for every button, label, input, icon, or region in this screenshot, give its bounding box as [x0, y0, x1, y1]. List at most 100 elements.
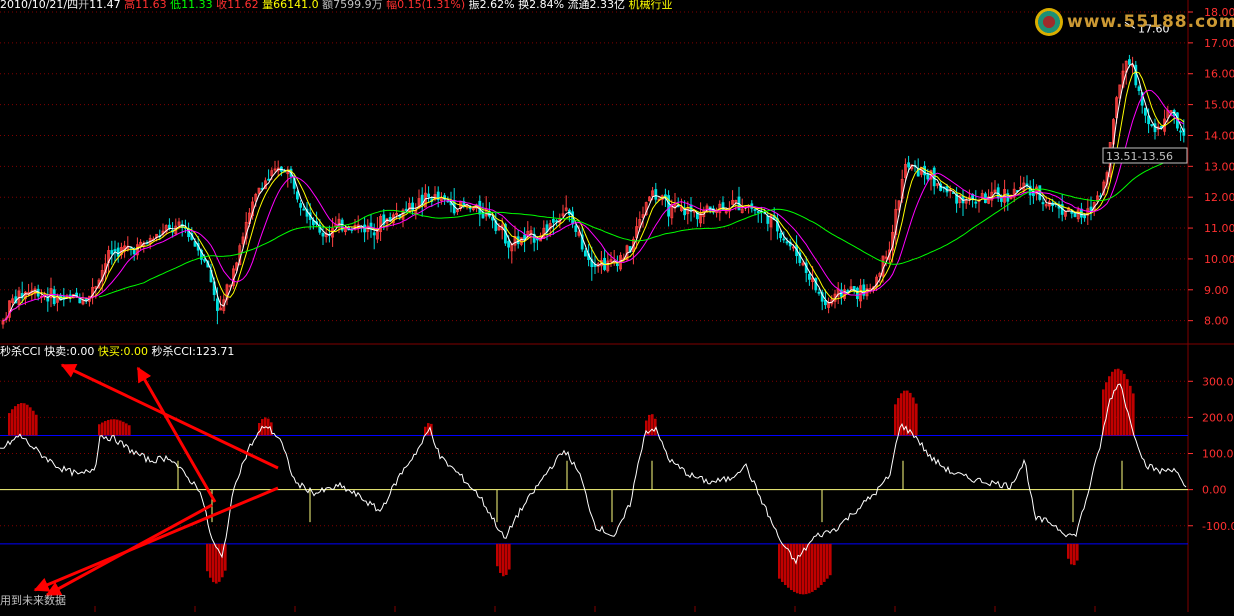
header-high: 11.63: [135, 0, 167, 11]
candle-body: [785, 241, 789, 244]
candle-body: [116, 247, 120, 257]
cci-negative-bar: [499, 543, 502, 573]
cci-positive-bar: [32, 410, 35, 436]
annotation-arrow: [60, 363, 279, 470]
amp-label: 振: [468, 0, 480, 11]
cci-positive-bar: [900, 393, 903, 436]
cci-positive-bar: [122, 421, 125, 436]
header-amt: 7599.9万: [333, 0, 383, 11]
header-amp: 2.62%: [479, 0, 515, 11]
candle-body: [468, 207, 472, 210]
vol-label: 量: [262, 0, 274, 11]
cci-positive-bar: [912, 397, 915, 436]
header-vol: 66141.0: [273, 0, 319, 11]
cci-negative-bar: [793, 543, 796, 592]
annotation-arrow: [33, 486, 279, 592]
header-industry: 机械行业: [628, 0, 673, 11]
fast-sell-label: 快卖:: [44, 345, 70, 358]
cci-positive-bar: [110, 419, 113, 436]
candle-body: [856, 287, 859, 299]
price-tick-label: 16.00: [1204, 68, 1234, 81]
candle-body: [1144, 107, 1147, 116]
cci-positive-bar: [116, 419, 119, 436]
annotation-arrow: [45, 503, 213, 597]
cci-positive-bar: [23, 403, 26, 436]
close-label: 收: [216, 0, 228, 11]
cci-positive-bar: [1111, 371, 1114, 436]
candle-body: [1041, 202, 1045, 205]
cci-positive-bar: [1120, 370, 1123, 436]
cci-negative-bar: [224, 543, 227, 571]
cci-negative-bar: [814, 543, 817, 591]
candle-body: [584, 250, 587, 257]
cci-positive-bar: [1117, 368, 1120, 436]
candle-body: [782, 238, 786, 241]
cci-negative-bar: [784, 543, 787, 586]
cci-positive-bar: [8, 413, 11, 436]
cci-negative-bar: [790, 543, 793, 591]
cci-negative-bar: [829, 543, 832, 576]
cci-negative-bar: [826, 543, 829, 579]
cci-positive-bar: [35, 414, 38, 436]
cci-negative-bar: [1067, 543, 1070, 559]
header-float: 2.33亿: [589, 0, 626, 11]
candle-body: [78, 298, 82, 304]
candle-body: [974, 201, 978, 204]
cci-positive-bar: [125, 423, 128, 436]
candle-body: [1128, 59, 1131, 65]
candle-body: [267, 178, 271, 181]
cci-positive-bar: [29, 407, 32, 436]
cci-label: 秒杀CCI:: [151, 345, 196, 358]
candle-body: [1083, 215, 1086, 219]
cci-negative-bar: [502, 543, 505, 577]
cci-negative-bar: [1076, 543, 1079, 561]
cci-negative-bar: [796, 543, 799, 594]
header-open: 11.47: [89, 0, 121, 11]
high-label: 高: [124, 0, 136, 11]
candle-body: [427, 193, 431, 198]
chart-svg[interactable]: 8.00 9.00 10.00 11.00 12.00 13.00 14.00 15.00 16…: [0, 0, 1234, 612]
candle-body: [555, 220, 558, 223]
candle-body: [932, 167, 936, 187]
cci-negative-bar: [811, 543, 814, 592]
cci-negative-bar: [808, 543, 811, 594]
low-label: 低: [170, 0, 182, 11]
cci-positive-bar: [258, 423, 261, 436]
candle-body: [817, 291, 821, 294]
cci-negative-bar: [823, 543, 826, 582]
fast-sell-value: 0.00: [69, 345, 95, 358]
cci-positive-bar: [17, 403, 20, 436]
candle-body: [113, 249, 117, 252]
chart-stage: 8.00 9.00 10.00 11.00 12.00 13.00 14.00 15.00 16…: [0, 0, 1234, 612]
indicator-header: 秒杀CCI 快卖:0.00 快买:0.00 秒杀CCI:123.71: [0, 345, 234, 359]
cci-negative-bar: [1070, 543, 1073, 565]
candle-body: [321, 232, 325, 237]
candle-body: [295, 191, 299, 200]
cci-value: 123.71: [195, 345, 235, 358]
watermark-logo-icon: [1035, 8, 1063, 36]
cci-negative-bar: [496, 543, 499, 567]
price-tick-label: 10.00: [1204, 253, 1234, 266]
cci-negative-bar: [817, 543, 820, 588]
cci-positive-bar: [1129, 385, 1132, 436]
cci-tick-label: -100.00: [1202, 520, 1234, 533]
header-turn: 2.84%: [529, 0, 565, 11]
candle-body: [203, 258, 207, 262]
amt-label: 额: [322, 0, 334, 11]
cci-negative-bar: [805, 543, 808, 595]
cci-positive-bar: [101, 422, 104, 436]
cci-positive-bar: [104, 421, 107, 436]
cci-negative-bar: [209, 543, 212, 578]
watermark-text: www.55188.com: [1067, 12, 1234, 32]
candle-body: [372, 232, 376, 236]
price-header: 2010/10/21/四开11.47 高11.63 低11.33 收11.62 …: [0, 0, 673, 12]
candle-body: [299, 203, 303, 208]
candle-body: [923, 165, 926, 176]
price-tick-label: 17.00: [1204, 37, 1234, 50]
cci-tick-label: 0.00: [1202, 484, 1227, 497]
candle-body: [779, 232, 782, 239]
cci-positive-bar: [894, 404, 897, 436]
cci-positive-bar: [119, 420, 122, 436]
cci-positive-bar: [26, 404, 29, 436]
chg-label: 幅: [386, 0, 398, 11]
